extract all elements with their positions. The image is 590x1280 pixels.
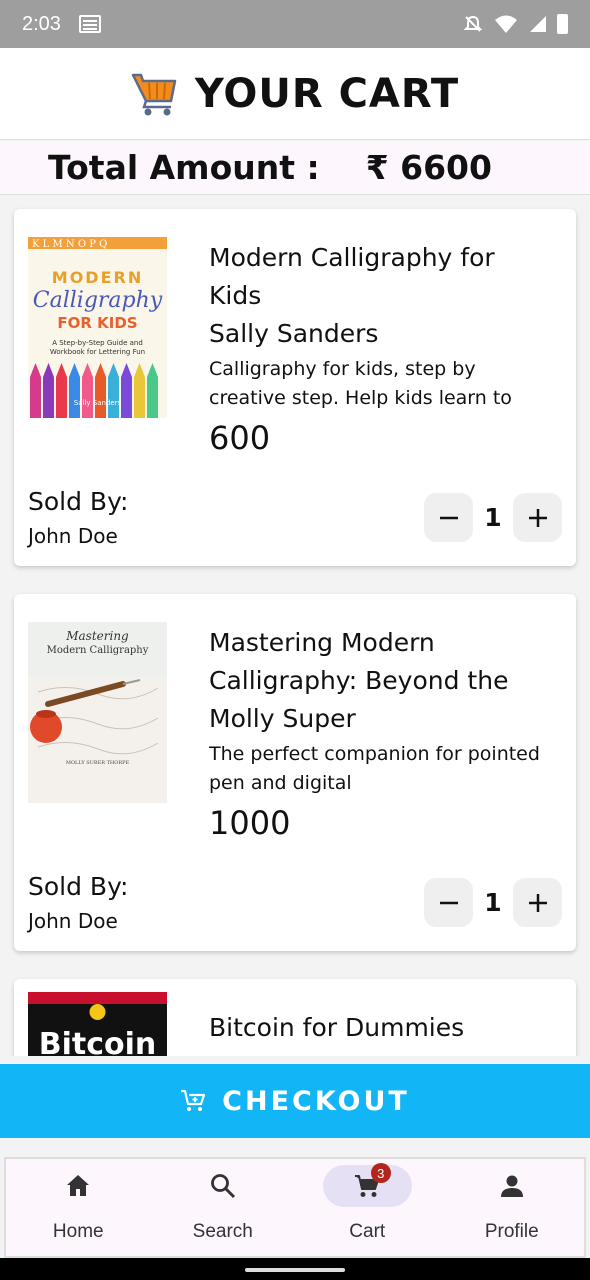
- home-icon: [67, 1175, 90, 1196]
- book-info: Bitcoin for Dummies: [209, 1009, 554, 1047]
- wifi-icon: [495, 15, 517, 33]
- nav-label: Home: [52, 1221, 104, 1242]
- plus-icon: [528, 508, 547, 527]
- book-author: Sally Sanders: [209, 319, 379, 348]
- nav-item-cart[interactable]: 3 Cart: [295, 1159, 440, 1256]
- quantity-value: 1: [484, 503, 502, 532]
- increase-quantity-button[interactable]: [513, 878, 562, 927]
- nav-label: Profile: [484, 1221, 539, 1242]
- cover-top-letters: K L M N O P Q: [32, 239, 107, 250]
- book-description: The perfect companion for pointed pen an…: [209, 743, 540, 794]
- nav-label: Search: [192, 1221, 253, 1242]
- cover-line2: Calligraphy: [33, 288, 163, 313]
- cart-plus-icon: [181, 1089, 206, 1111]
- cover-line1: Mastering: [65, 629, 129, 643]
- book-cover-image: Mastering Modern Calligraphy MOLLY SUBER…: [28, 622, 167, 803]
- nav-item-search[interactable]: Search: [151, 1159, 296, 1256]
- cover-line3: FOR KIDS: [57, 314, 137, 332]
- total-amount-bar: Total Amount : ₹ 6600: [0, 141, 590, 195]
- book-title: Mastering Modern Calligraphy: Beyond the: [209, 628, 509, 695]
- book-cover-image: Bitcoin: [28, 992, 167, 1056]
- home-gesture-handle[interactable]: [245, 1268, 345, 1272]
- checkout-label: CHECKOUT: [222, 1085, 410, 1117]
- status-time: 2:03: [22, 12, 61, 35]
- search-icon: [210, 1174, 235, 1199]
- sold-by-label: Sold By:: [28, 487, 129, 516]
- checkout-button[interactable]: CHECKOUT: [0, 1064, 590, 1138]
- status-bar: 2:03: [0, 0, 590, 48]
- book-author: Molly Super: [209, 704, 356, 733]
- cover-author: MOLLY SUBER THORPE: [66, 760, 130, 766]
- nav-label: Cart: [349, 1221, 386, 1242]
- book-description: Calligraphy for kids, step by creative s…: [209, 358, 512, 409]
- page-header: YOUR CART: [0, 48, 590, 140]
- total-amount-value: ₹ 6600: [365, 148, 492, 187]
- cart-item-card[interactable]: Mastering Modern Calligraphy MOLLY SUBER…: [14, 594, 576, 951]
- battery-icon: [557, 14, 568, 34]
- shopping-cart-icon: [131, 73, 177, 115]
- cart-item-card[interactable]: K L M N O P Q MODERN Calligraphy FOR KID…: [14, 209, 576, 566]
- book-price: 600: [209, 419, 271, 457]
- book-title: Modern Calligraphy for Kids: [209, 243, 495, 310]
- seller-name: John Doe: [28, 524, 118, 548]
- decrease-quantity-button[interactable]: [424, 878, 473, 927]
- nav-item-home[interactable]: Home: [6, 1159, 151, 1256]
- nav-active-indicator: 3: [322, 1163, 412, 1207]
- bottom-navigation: Home Search 3 Cart Profile: [4, 1157, 586, 1258]
- cart-item-list[interactable]: K L M N O P Q MODERN Calligraphy FOR KID…: [0, 196, 590, 1056]
- book-info: Mastering Modern Calligraphy: Beyond the…: [209, 624, 554, 846]
- total-amount-label: Total Amount :: [48, 148, 320, 187]
- cover-subtitle2: Workbook for Lettering Fun: [50, 348, 145, 356]
- quantity-stepper: 1: [424, 878, 562, 927]
- notification-card-icon: [78, 15, 101, 33]
- page-title: YOUR CART: [194, 70, 460, 117]
- book-title: Bitcoin for Dummies: [209, 1013, 465, 1042]
- cover-author: Sally Sanders: [74, 399, 122, 407]
- increase-quantity-button[interactable]: [513, 493, 562, 542]
- mute-icon: [463, 15, 483, 32]
- nav-item-profile[interactable]: Profile: [440, 1159, 585, 1256]
- seller-name: John Doe: [28, 909, 118, 933]
- cover-line2: Modern Calligraphy: [47, 645, 149, 656]
- minus-icon: [439, 901, 458, 904]
- quantity-value: 1: [484, 888, 502, 917]
- cover-line1: MODERN: [52, 268, 143, 287]
- person-icon: [500, 1175, 523, 1197]
- decrease-quantity-button[interactable]: [424, 493, 473, 542]
- cover-subtitle1: A Step-by-Step Guide and: [52, 339, 143, 347]
- sold-by-label: Sold By:: [28, 872, 129, 901]
- book-price: 1000: [209, 804, 291, 842]
- signal-icon: [530, 16, 546, 32]
- cart-count-badge: 3: [370, 1163, 391, 1183]
- status-icons: [463, 14, 568, 34]
- book-cover-image: K L M N O P Q MODERN Calligraphy FOR KID…: [28, 237, 167, 418]
- plus-icon: [528, 893, 547, 912]
- book-info: Modern Calligraphy for Kids Sally Sander…: [209, 239, 554, 461]
- quantity-stepper: 1: [424, 493, 562, 542]
- cover-line1: Bitcoin: [39, 1027, 157, 1056]
- minus-icon: [439, 516, 458, 519]
- cart-item-card[interactable]: Bitcoin Bitcoin for Dummies: [14, 979, 576, 1056]
